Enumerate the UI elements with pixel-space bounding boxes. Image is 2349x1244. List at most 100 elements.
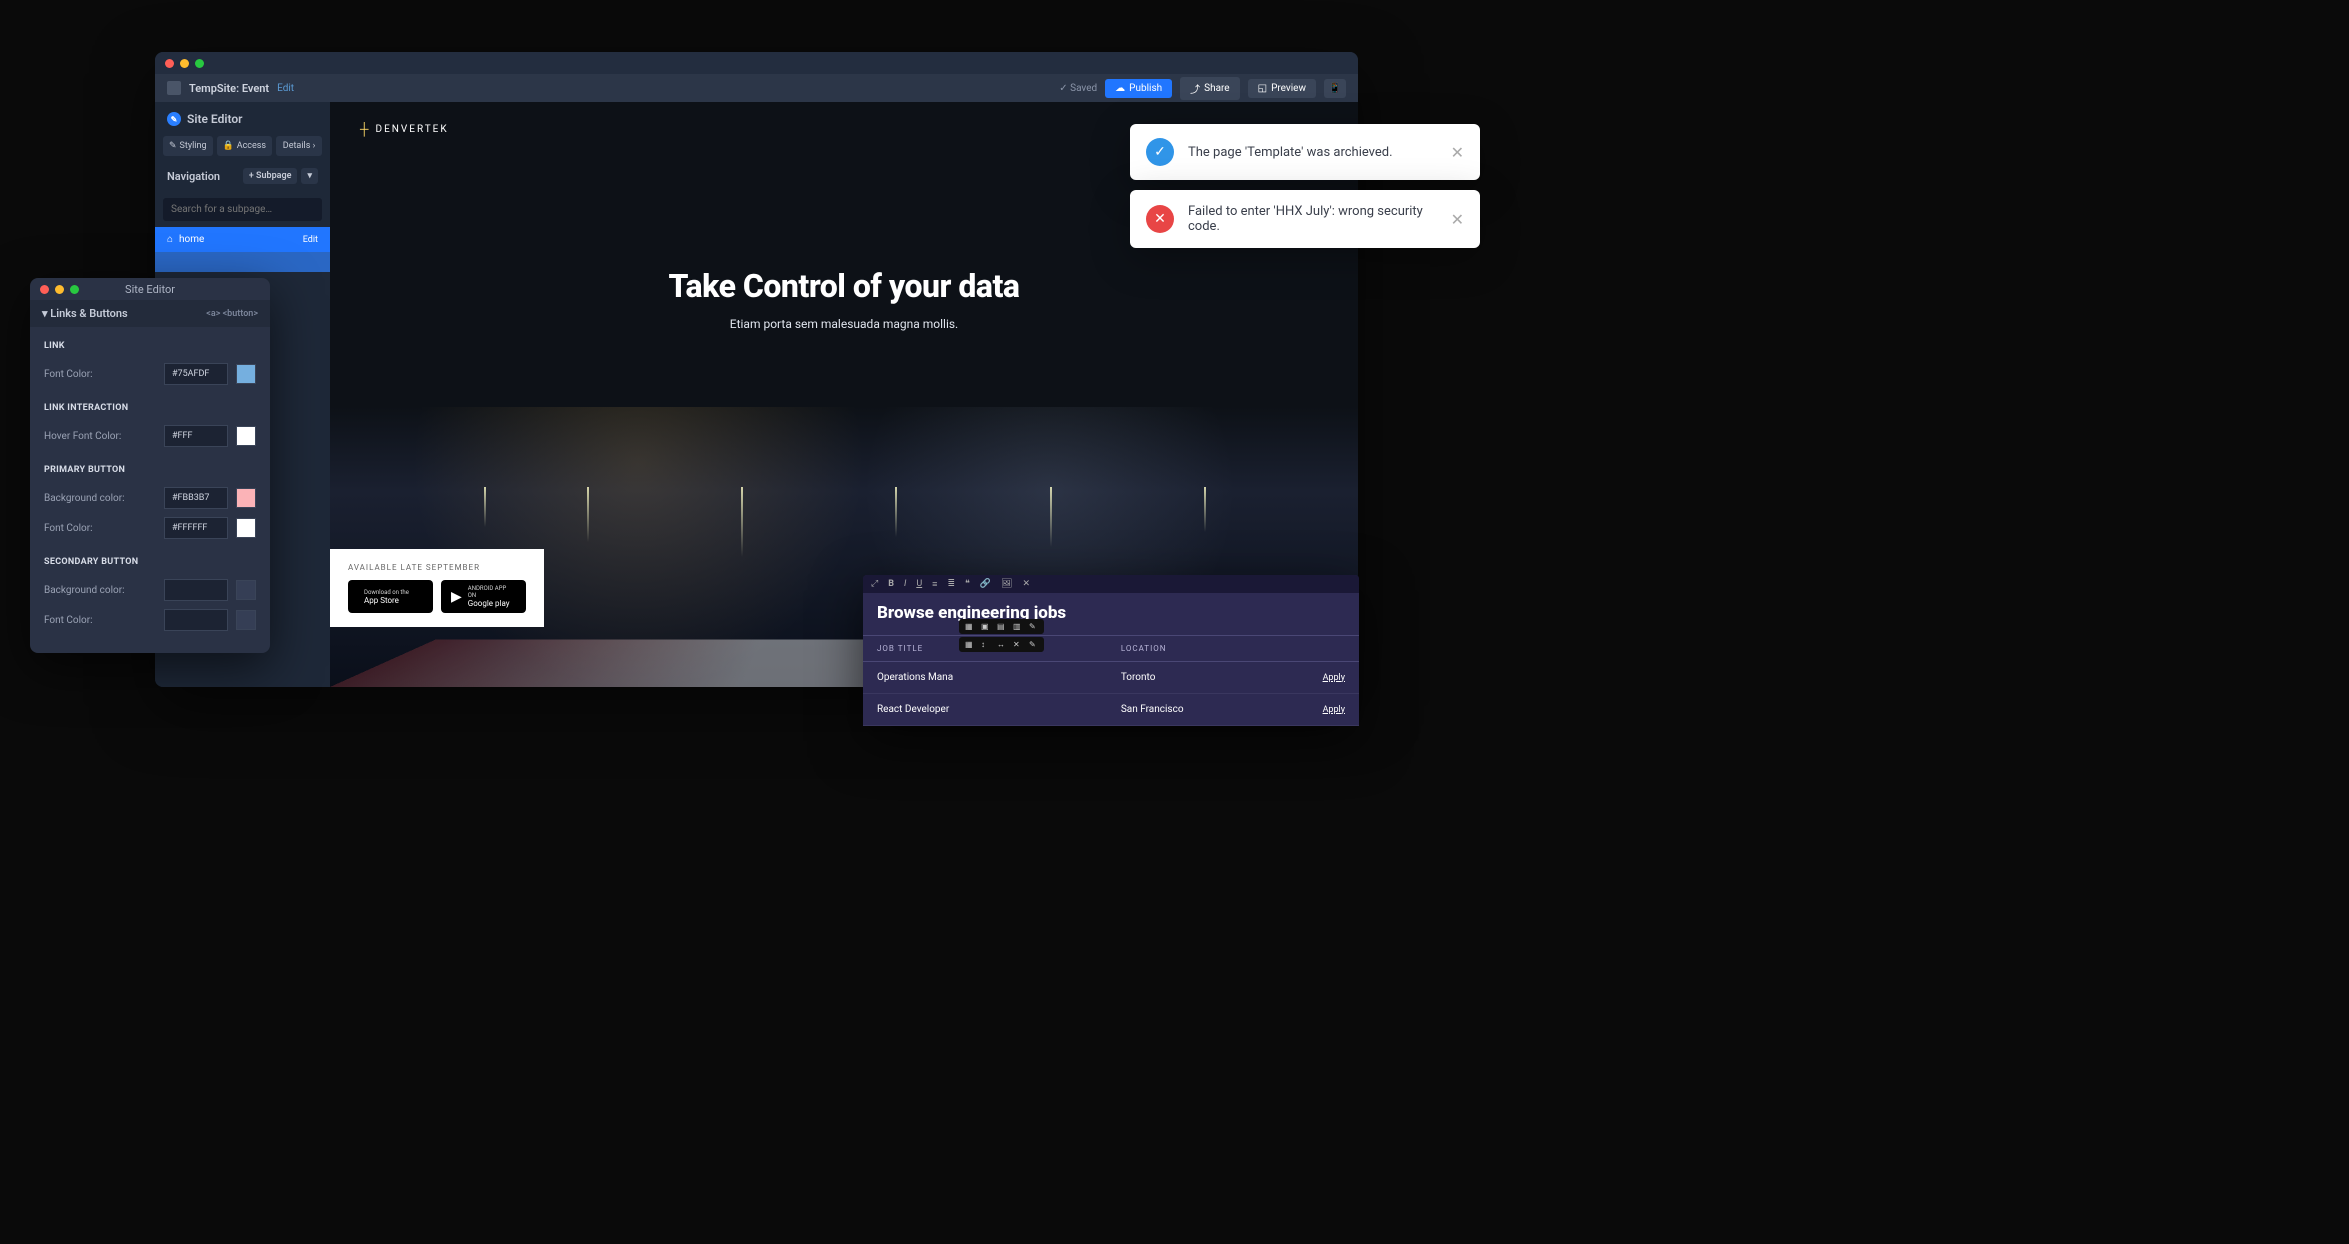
job-title-cell: Operations Mana [877, 672, 1121, 683]
jobs-panel-title[interactable]: Browse engineering jobs [863, 593, 1359, 635]
underline-icon[interactable]: U [916, 579, 922, 589]
secondary-bg-color-label: Background color: [44, 585, 156, 596]
secondary-font-color-swatch[interactable] [236, 610, 256, 630]
jobs-table-header: JOB TITLE LOCATION [863, 635, 1359, 662]
navigation-title: Navigation [167, 170, 220, 183]
table-tool-icon[interactable]: ✎ [1029, 640, 1038, 649]
table-tool-icon[interactable]: ▤ [997, 622, 1006, 631]
link-font-color-input[interactable] [164, 363, 228, 385]
table-tool-icon[interactable]: ▥ [1013, 622, 1022, 631]
sidebar-title: Site Editor [187, 112, 242, 126]
app-badges-block: AVAILABLE LATE SEPTEMBER Download on the… [330, 549, 544, 627]
add-subpage-button[interactable]: + Subpage [243, 168, 298, 184]
maximize-window-icon[interactable] [195, 59, 204, 68]
panel-section-tags: <a> <button> [206, 309, 258, 319]
list-icon[interactable]: ≣ [947, 579, 955, 589]
quote-icon[interactable]: ❝ [965, 579, 970, 589]
edit-site-link[interactable]: Edit [277, 83, 294, 94]
table-tool-icon[interactable]: ✕ [1013, 640, 1022, 649]
hover-font-color-input[interactable] [164, 425, 228, 447]
site-name: TempSite: Event [189, 82, 269, 95]
close-window-icon[interactable] [165, 59, 174, 68]
table-tool-icon[interactable]: ↕ [981, 640, 990, 649]
google-play-badge[interactable]: ▶ ANDROID APP ONGoogle play [441, 580, 526, 613]
jobs-editor-panel: ⤢ B I U ≡ ≣ ❝ 🔗 🖼 ✕ Browse engineering j… [863, 575, 1359, 726]
bold-icon[interactable]: B [888, 579, 894, 589]
close-icon[interactable]: ✕ [1451, 210, 1464, 229]
col-apply [1295, 644, 1345, 653]
link-font-color-swatch[interactable] [236, 364, 256, 384]
link-font-color-label: Font Color: [44, 369, 156, 380]
group-primary-button-label: PRIMARY BUTTON [30, 451, 270, 483]
close-window-icon[interactable] [40, 285, 49, 294]
share-button-label: Share [1204, 83, 1229, 94]
share-button[interactable]: ⤴ Share [1180, 77, 1239, 100]
primary-font-color-row: Font Color: [30, 513, 270, 543]
brand-logo: DENVERTEK [360, 122, 449, 136]
cross-icon: ✕ [1146, 205, 1174, 233]
table-row[interactable]: Operations Mana Toronto Apply [863, 662, 1359, 694]
toast-message: The page 'Template' was archieved. [1188, 145, 1393, 160]
publish-button-label: Publish [1129, 83, 1162, 94]
primary-font-color-label: Font Color: [44, 523, 156, 534]
maximize-window-icon[interactable] [70, 285, 79, 294]
panel-section-header[interactable]: ▾ Links & Buttons <a> <button> [30, 300, 270, 327]
secondary-bg-color-swatch[interactable] [236, 580, 256, 600]
sidebar-header: ✎ Site Editor [155, 102, 330, 136]
table-tool-icon[interactable]: ▦ [965, 622, 974, 631]
sidebar-item-sub[interactable] [155, 252, 330, 272]
hover-font-color-swatch[interactable] [236, 426, 256, 446]
sidebar-item-home[interactable]: ⌂ home Edit [155, 227, 330, 252]
table-toolbar-2: ▦ ↕ ↔ ✕ ✎ [959, 637, 1044, 652]
table-tool-icon[interactable]: ▣ [981, 622, 990, 631]
minimize-window-icon[interactable] [180, 59, 189, 68]
subpage-search-input[interactable] [163, 198, 322, 221]
table-tool-icon[interactable]: ✎ [1029, 622, 1038, 631]
minimize-window-icon[interactable] [55, 285, 64, 294]
image-icon[interactable]: 🖼 [1001, 579, 1012, 589]
subpage-menu-button[interactable]: ▾ [301, 168, 318, 184]
hero-title: Take Control of your data [330, 267, 1358, 305]
header-actions: Saved ☁ Publish ⤴ Share ◱ Preview 📱 [1059, 77, 1346, 100]
close-icon[interactable]: ✕ [1451, 143, 1464, 162]
mobile-preview-button[interactable]: 📱 [1324, 79, 1346, 98]
link-icon[interactable]: 🔗 [980, 579, 991, 589]
toast-error: ✕ Failed to enter 'HHX July': wrong secu… [1130, 190, 1480, 248]
job-location-cell: San Francisco [1121, 704, 1295, 715]
job-title-cell: React Developer [877, 704, 1121, 715]
navigation-section: Navigation + Subpage ▾ [155, 156, 330, 190]
main-titlebar [155, 52, 1358, 74]
panel-window-title: Site Editor [125, 283, 175, 296]
google-play-icon: ▶ [451, 589, 462, 605]
primary-bg-color-swatch[interactable] [236, 488, 256, 508]
table-toolbar-1: ▦ ▣ ▤ ▥ ✎ [959, 619, 1044, 634]
toolbar-expand-icon[interactable]: ⤢ [871, 579, 878, 589]
app-header: TempSite: Event Edit Saved ☁ Publish ⤴ S… [155, 74, 1358, 102]
clear-icon[interactable]: ✕ [1022, 579, 1030, 589]
sidebar-item-label: home [179, 234, 204, 245]
italic-icon[interactable]: I [904, 579, 906, 589]
tab-access[interactable]: 🔒 Access [217, 136, 273, 156]
tab-styling[interactable]: ✎ Styling [163, 136, 213, 156]
hero-subtitle: Etiam porta sem malesuada magna mollis. [330, 317, 1358, 331]
pencil-icon: ✎ [167, 112, 181, 126]
table-row[interactable]: React Developer San Francisco Apply [863, 694, 1359, 726]
table-tool-icon[interactable]: ▦ [965, 640, 974, 649]
primary-font-color-input[interactable] [164, 517, 228, 539]
preview-button[interactable]: ◱ Preview [1248, 79, 1316, 98]
secondary-bg-color-input[interactable] [164, 579, 228, 601]
align-icon[interactable]: ≡ [932, 579, 937, 590]
primary-font-color-swatch[interactable] [236, 518, 256, 538]
link-font-color-row: Font Color: [30, 359, 270, 389]
hover-font-color-label: Hover Font Color: [44, 431, 156, 442]
edit-page-link[interactable]: Edit [303, 235, 318, 245]
tab-details[interactable]: Details › [276, 136, 322, 156]
apply-link[interactable]: Apply [1295, 673, 1345, 683]
primary-bg-color-input[interactable] [164, 487, 228, 509]
publish-button[interactable]: ☁ Publish [1105, 79, 1172, 98]
secondary-font-color-input[interactable] [164, 609, 228, 631]
apply-link[interactable]: Apply [1295, 705, 1345, 715]
app-store-badge[interactable]: Download on theApp Store [348, 580, 433, 613]
table-tool-icon[interactable]: ↔ [997, 640, 1006, 649]
toast-message: Failed to enter 'HHX July': wrong securi… [1188, 204, 1437, 234]
